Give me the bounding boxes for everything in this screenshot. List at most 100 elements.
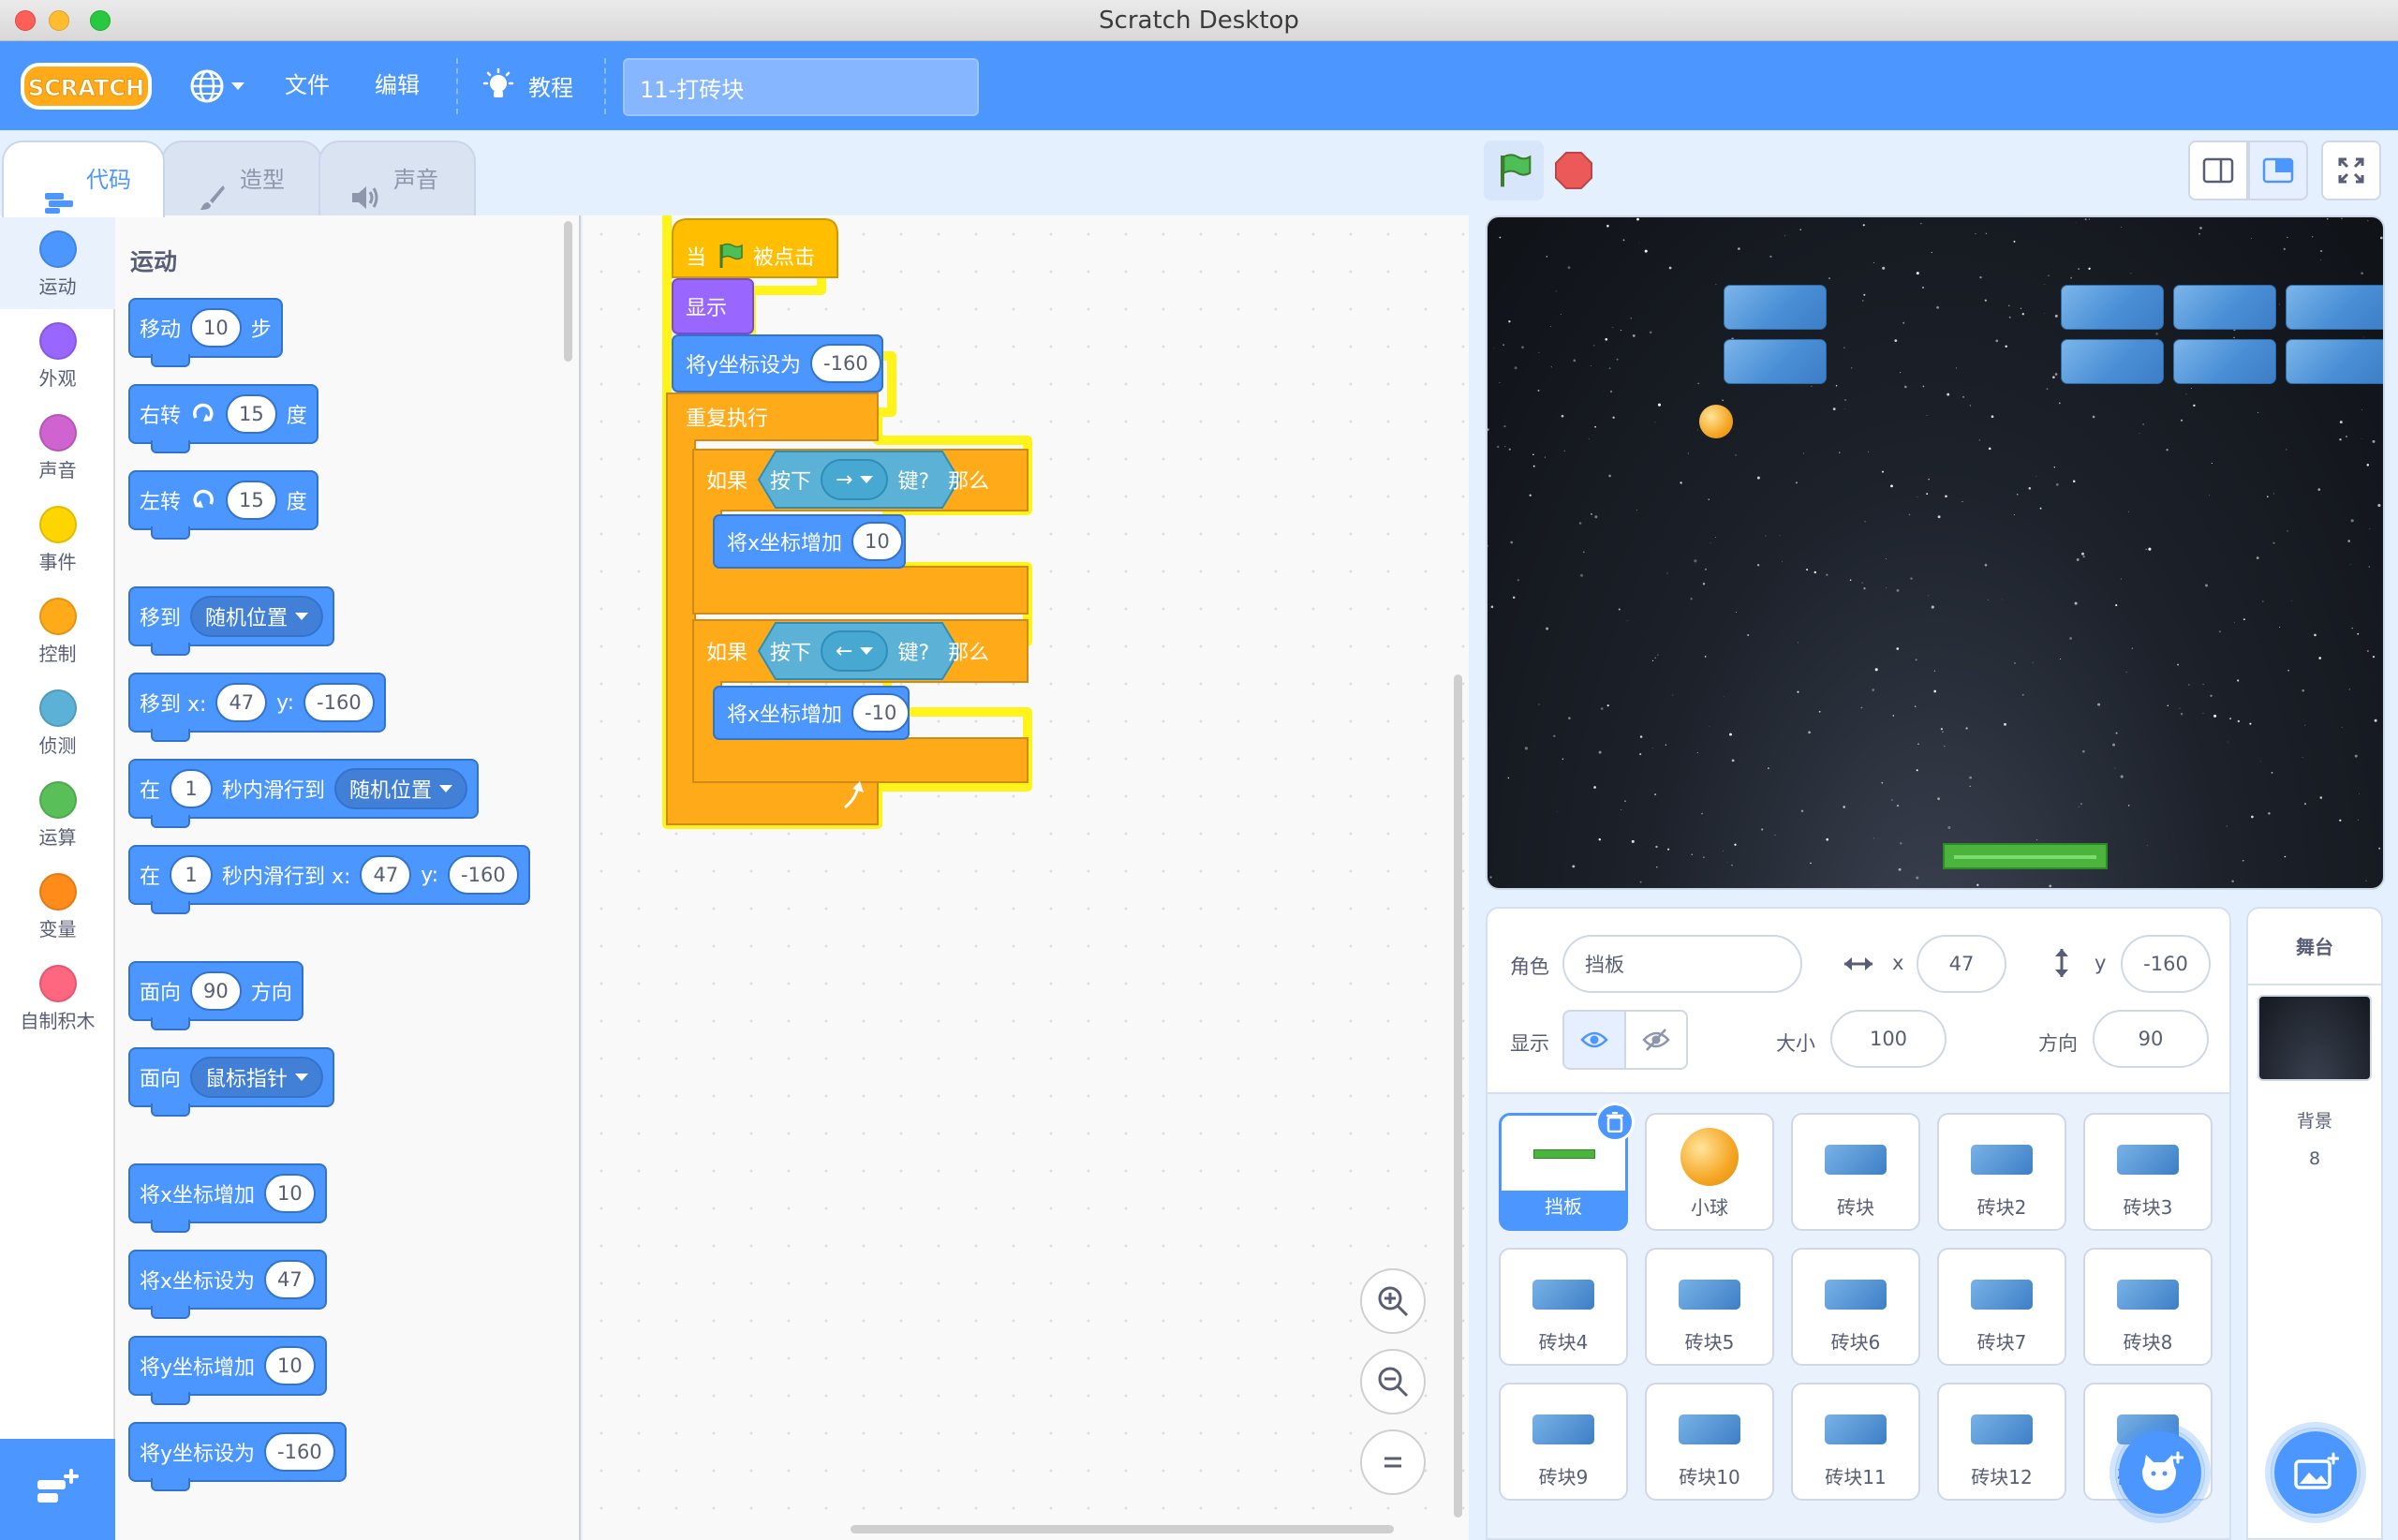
language-menu[interactable] [189,69,249,103]
y-position-input[interactable] [2121,935,2211,993]
y-change-input[interactable]: 10 [264,1346,316,1385]
sprite-tile[interactable]: 砖块10 [1645,1383,1774,1501]
when-flag-clicked-block[interactable]: 当 被点击 [674,234,826,277]
zoom-reset-button[interactable] [1360,1429,1426,1495]
category-5[interactable]: 侦测 [0,676,115,768]
category-4[interactable]: 控制 [0,585,115,676]
x-input[interactable]: 47 [215,683,268,722]
if-then-block-left[interactable]: 如果 按下 ← 键? 那么 [695,623,1000,679]
sprite-tile[interactable]: 砖块6 [1791,1248,1920,1366]
goto-block[interactable]: 移到 随机位置 [128,586,335,656]
glide-target-dropdown[interactable]: 随机位置 [334,768,468,809]
move-steps-block[interactable]: 移动 10 步 [128,298,283,367]
sprite-tile[interactable]: 砖块5 [1645,1248,1774,1366]
forever-block[interactable]: 重复执行 [674,393,779,440]
normal-stage-button[interactable] [2248,141,2308,200]
file-menu[interactable]: 文件 [285,41,330,130]
code-workspace[interactable]: 当 被点击 显示 将y坐标设为 -160 重复执行 如果 按下 → 键? 那么 将… [583,215,1469,1540]
paddle-sprite[interactable] [1943,843,2108,869]
change-x-script-block[interactable]: 将x坐标增加 10 [716,515,914,568]
y-input[interactable]: -160 [303,683,375,722]
sprite-tile[interactable]: 砖块9 [1499,1383,1628,1501]
add-extension-button[interactable] [0,1439,115,1540]
x-change-input[interactable]: 10 [264,1174,316,1213]
sprite-tile[interactable]: 砖块4 [1499,1248,1628,1366]
zoom-in-button[interactable] [1360,1268,1426,1334]
category-2[interactable]: 声音 [0,401,115,493]
choose-backdrop-button[interactable] [2271,1428,2361,1518]
sprite-tile[interactable]: 挡板 [1499,1103,1635,1231]
change-x-block[interactable]: 将x坐标增加 10 [128,1163,327,1233]
set-y-block[interactable]: 将y坐标设为 -160 [128,1422,347,1491]
set-x-block[interactable]: 将x坐标设为 47 [128,1250,327,1319]
brick-sprite[interactable] [1724,339,1827,384]
set-y-script-block[interactable]: 将y坐标设为 -160 [674,335,893,392]
brick-sprite[interactable] [2061,339,2164,384]
delete-sprite-button[interactable] [1595,1103,1635,1142]
brick-sprite[interactable] [2173,339,2276,384]
size-input[interactable] [1830,1010,1947,1068]
x-change-input[interactable]: -10 [851,693,910,733]
key-dropdown[interactable]: ← [821,630,889,672]
small-stage-button[interactable] [2188,141,2248,200]
turn-left-block[interactable]: 左转 15 度 [128,470,318,540]
goto-target-dropdown[interactable]: 随机位置 [190,596,324,637]
zoom-out-button[interactable] [1360,1349,1426,1414]
choose-sprite-button[interactable] [2115,1428,2205,1518]
show-block[interactable]: 显示 [674,279,738,333]
tab-costumes[interactable]: 造型 [161,141,322,215]
key-dropdown[interactable]: → [821,459,889,500]
category-1[interactable]: 外观 [0,309,115,401]
workspace-horizontal-scrollbar[interactable] [851,1525,1394,1533]
seconds-input[interactable]: 1 [170,769,214,808]
degrees-input[interactable]: 15 [226,394,277,434]
glide-to-block[interactable]: 在 1 秒内滑行到 随机位置 [128,759,480,828]
sprite-tile[interactable]: 砖块7 [1937,1248,2066,1366]
tab-code[interactable]: 代码 [2,141,165,217]
if-then-block-right[interactable]: 如果 按下 → 键? 那么 [695,452,1000,508]
x-position-input[interactable] [1917,935,2006,993]
y-set-input[interactable]: -160 [810,344,881,383]
point-direction-block[interactable]: 面向 90 方向 [128,961,303,1030]
hide-sprite-button[interactable] [1624,1010,1688,1070]
sprite-tile[interactable]: 砖块11 [1791,1383,1920,1501]
point-towards-block[interactable]: 面向 鼠标指针 [128,1047,335,1117]
steps-input[interactable]: 10 [190,308,242,348]
turn-right-block[interactable]: 右转 15 度 [128,384,318,453]
x-change-input[interactable]: 10 [851,522,903,561]
category-3[interactable]: 事件 [0,493,115,585]
brick-sprite[interactable] [2286,339,2383,384]
direction-input[interactable] [2093,1010,2209,1068]
sprite-tile[interactable]: 砖块12 [1937,1383,2066,1501]
x-set-input[interactable]: 47 [264,1260,316,1299]
sprite-tile[interactable]: 小球 [1645,1113,1774,1231]
x-input[interactable]: 47 [360,855,412,895]
sprite-tile[interactable]: 砖块 [1791,1113,1920,1231]
y-input[interactable]: -160 [448,855,519,895]
sprite-tile[interactable]: 砖块3 [2083,1113,2213,1231]
ball-sprite[interactable] [1699,405,1733,438]
tutorials-menu[interactable]: 教程 [480,41,573,130]
degrees-input[interactable]: 15 [226,481,277,520]
edit-menu[interactable]: 编辑 [375,41,420,130]
workspace-vertical-scrollbar[interactable] [1454,674,1462,1518]
project-title-input[interactable] [623,58,979,116]
brick-sprite[interactable] [2061,285,2164,330]
stop-button[interactable] [1544,141,1604,200]
towards-target-dropdown[interactable]: 鼠标指针 [190,1057,324,1098]
change-x-script-block[interactable]: 将x坐标增加 -10 [716,687,921,739]
y-set-input[interactable]: -160 [264,1432,335,1472]
brick-sprite[interactable] [1724,285,1827,330]
goto-xy-block[interactable]: 移到 x: 47 y: -160 [128,673,386,742]
show-sprite-button[interactable] [1562,1010,1626,1070]
brick-sprite[interactable] [2286,285,2383,330]
green-flag-button[interactable] [1484,141,1544,200]
glide-xy-block[interactable]: 在 1 秒内滑行到 x: 47 y: -160 [128,845,530,914]
fullscreen-button[interactable] [2321,141,2381,200]
sprite-tile[interactable]: 砖块8 [2083,1248,2213,1366]
category-7[interactable]: 变量 [0,860,115,952]
seconds-input[interactable]: 1 [170,855,214,895]
category-6[interactable]: 运算 [0,768,115,860]
sprite-name-input[interactable] [1562,935,1802,993]
tab-sounds[interactable]: 声音 [318,141,476,215]
